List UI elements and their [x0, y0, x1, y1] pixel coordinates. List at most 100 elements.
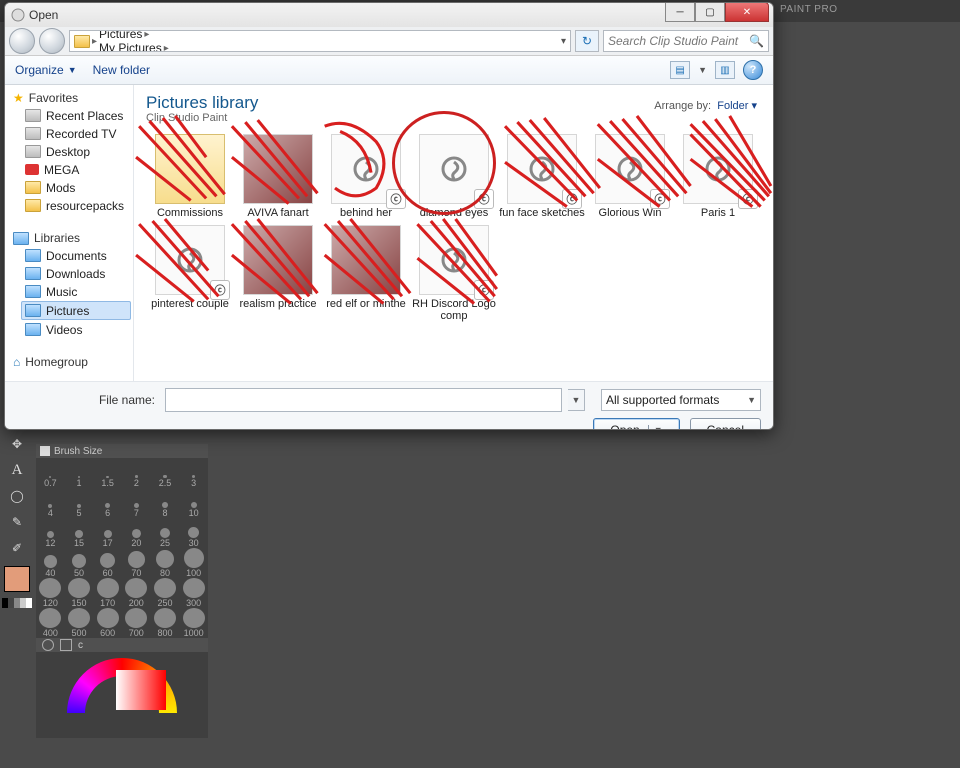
foreground-swatch[interactable]: [4, 566, 30, 592]
homegroup-item[interactable]: ⌂Homegroup: [13, 355, 131, 369]
brush-size-cell[interactable]: 170: [93, 578, 122, 608]
color-wheel[interactable]: [36, 652, 208, 738]
breadcrumb-segment[interactable]: My Pictures: [99, 41, 162, 52]
colorwheel-toggle-icon[interactable]: [42, 639, 54, 651]
arrange-by[interactable]: Arrange by: Folder ▾: [654, 99, 757, 112]
nav-sidebar: ★Favorites Recent PlacesRecorded TVDeskt…: [5, 85, 134, 381]
help-button[interactable]: ?: [743, 60, 763, 80]
brush-size-cell[interactable]: 15: [65, 518, 94, 548]
brush-size-cell[interactable]: 600: [93, 608, 122, 638]
file-thumbnail[interactable]: ⓒGlorious Win: [586, 134, 674, 219]
brush-size-cell[interactable]: 25: [151, 518, 180, 548]
sidebar-item[interactable]: Desktop: [25, 143, 131, 160]
sidebar-item[interactable]: Mods: [25, 179, 131, 196]
folder-icon: [74, 35, 90, 48]
brush-size-cell[interactable]: 2: [122, 458, 151, 488]
swatch-row[interactable]: [2, 598, 32, 608]
view-mode-button[interactable]: ▤: [670, 61, 690, 79]
annotation-circle: [392, 111, 496, 215]
brush-size-cell[interactable]: 300: [179, 578, 208, 608]
brush-size-cell[interactable]: 200: [122, 578, 151, 608]
brush-size-cell[interactable]: 80: [151, 548, 180, 578]
brush-size-cell[interactable]: 700: [122, 608, 151, 638]
brush-size-cell[interactable]: 250: [151, 578, 180, 608]
favorites-group[interactable]: ★Favorites: [13, 91, 131, 105]
sidebar-item[interactable]: Documents: [25, 247, 131, 264]
file-thumbnail[interactable]: ⓒpinterest couple: [146, 225, 234, 322]
brush-size-cell[interactable]: 1.5: [93, 458, 122, 488]
brush-size-cell[interactable]: 4: [36, 488, 65, 518]
sidebar-item[interactable]: Recent Places: [25, 107, 131, 124]
brush-size-cell[interactable]: 400: [36, 608, 65, 638]
brush-size-cell[interactable]: 12: [36, 518, 65, 548]
breadcrumb-segment[interactable]: Pictures: [99, 30, 142, 41]
brush-size-cell[interactable]: 17: [93, 518, 122, 548]
libraries-group[interactable]: Libraries: [13, 231, 131, 245]
brush-size-cell[interactable]: 40: [36, 548, 65, 578]
file-thumbnail[interactable]: ⓒfun face sketches: [498, 134, 586, 219]
file-label: behind her: [340, 207, 392, 219]
brush-size-cell[interactable]: 2.5: [151, 458, 180, 488]
nav-back-button[interactable]: [9, 28, 35, 54]
brush-size-cell[interactable]: 3: [179, 458, 208, 488]
brush-size-cell[interactable]: 120: [36, 578, 65, 608]
dialog-title: Open: [29, 8, 58, 22]
eraser-tool-icon[interactable]: ✐: [4, 538, 30, 558]
arrow-tool-icon[interactable]: ✥: [4, 434, 30, 454]
brush-size-cell[interactable]: 6: [93, 488, 122, 518]
dialog-titlebar[interactable]: Open ─ ▢ ✕: [5, 3, 773, 27]
file-thumbnail[interactable]: red elf or minthe: [322, 225, 410, 322]
file-thumbnail[interactable]: ⓒRH Discord Logo comp: [410, 225, 498, 322]
maximize-button[interactable]: ▢: [695, 2, 725, 22]
sidebar-item[interactable]: Recorded TV: [25, 125, 131, 142]
clip-badge-icon: ⓒ: [562, 189, 582, 209]
brush-size-cell[interactable]: 800: [151, 608, 180, 638]
organize-menu[interactable]: Organize▼: [15, 63, 77, 77]
brush-size-cell[interactable]: 20: [122, 518, 151, 548]
new-folder-button[interactable]: New folder: [93, 63, 150, 77]
sidebar-item[interactable]: MEGA: [25, 161, 131, 178]
cancel-button[interactable]: Cancel: [690, 418, 761, 430]
open-button[interactable]: Open▼: [593, 418, 679, 430]
file-thumbnail[interactable]: realism practice: [234, 225, 322, 322]
brush-size-cell[interactable]: 500: [65, 608, 94, 638]
file-label: Commissions: [157, 207, 223, 219]
sidebar-item[interactable]: Music: [25, 283, 131, 300]
brush-size-cell[interactable]: 60: [93, 548, 122, 578]
lasso-tool-icon[interactable]: ◯: [4, 486, 30, 506]
brush-size-cell[interactable]: 10: [179, 488, 208, 518]
brush-size-cell[interactable]: 1: [65, 458, 94, 488]
brush-size-cell[interactable]: 150: [65, 578, 94, 608]
brush-size-cell[interactable]: 70: [122, 548, 151, 578]
file-label: Paris 1: [701, 207, 735, 219]
open-split-dropdown[interactable]: ▼: [648, 425, 663, 430]
brush-size-cell[interactable]: 100: [179, 548, 208, 578]
brush-size-cell[interactable]: 7: [122, 488, 151, 518]
brush-size-cell[interactable]: 5: [65, 488, 94, 518]
file-type-filter[interactable]: All supported formats▼: [601, 389, 761, 411]
minimize-button[interactable]: ─: [665, 2, 695, 22]
search-input[interactable]: Search Clip Studio Paint 🔍: [603, 30, 769, 52]
close-button[interactable]: ✕: [725, 2, 769, 22]
app-icon: [11, 8, 25, 22]
sidebar-item[interactable]: Pictures: [21, 301, 131, 320]
file-thumbnail[interactable]: ⓒParis 1: [674, 134, 762, 219]
text-tool-icon[interactable]: A: [4, 460, 30, 480]
file-thumbnail[interactable]: Commissions: [146, 134, 234, 219]
preview-pane-button[interactable]: ▥: [715, 61, 735, 79]
breadcrumb-bar[interactable]: ▸ Libraries▸Pictures▸My Pictures▸Clip St…: [69, 30, 571, 52]
brush-tool-icon[interactable]: ✎: [4, 512, 30, 532]
brush-size-cell[interactable]: 30: [179, 518, 208, 548]
brush-size-cell[interactable]: 1000: [179, 608, 208, 638]
file-name-input[interactable]: [165, 388, 562, 412]
sidebar-item[interactable]: Downloads: [25, 265, 131, 282]
nav-forward-button[interactable]: [39, 28, 65, 54]
sidebar-item[interactable]: resourcepacks: [25, 197, 131, 214]
brush-size-cell[interactable]: 50: [65, 548, 94, 578]
file-thumbnail[interactable]: AVIVA fanart: [234, 134, 322, 219]
brush-size-cell[interactable]: 0.7: [36, 458, 65, 488]
refresh-button[interactable]: ↻: [575, 30, 599, 52]
file-name-dropdown[interactable]: ▼: [568, 389, 585, 411]
brush-size-cell[interactable]: 8: [151, 488, 180, 518]
sidebar-item[interactable]: Videos: [25, 321, 131, 338]
